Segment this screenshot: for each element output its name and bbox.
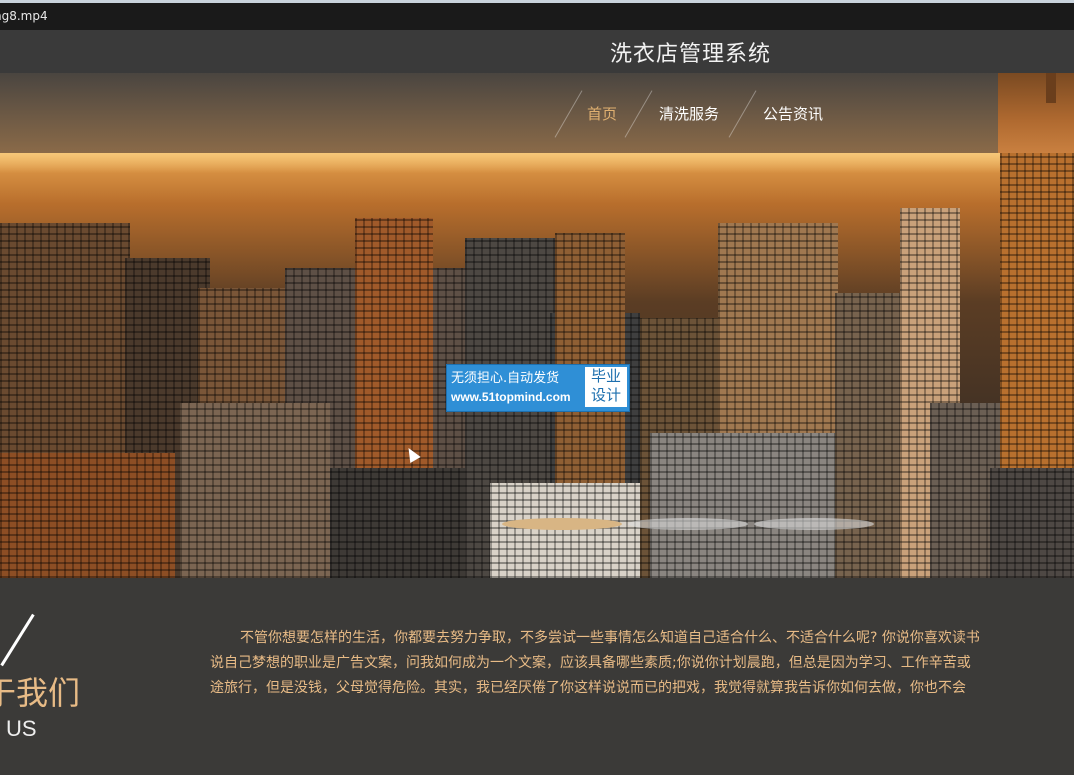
nav-divider — [624, 90, 653, 138]
carousel-dot[interactable] — [502, 518, 622, 530]
hero-haze — [0, 153, 1074, 173]
about-text-line: 说自己梦想的职业是广告文案，问我如何成为一个文案，应该具备哪些素质;你说你计划晨… — [210, 655, 971, 671]
nav-divider — [728, 90, 757, 138]
nav-bar: 首页 清洗服务 公告资讯 — [0, 73, 1074, 153]
about-text-line: 途旅行，但是没钱，父母觉得危险。其实，我已经厌倦了你这样说说而已的把戏，我觉得就… — [210, 680, 966, 696]
watermark-badge: 无须担心.自动发货 www.51topmind.com 毕业 设计 — [446, 364, 630, 412]
about-slash-decoration — [0, 613, 35, 667]
watermark-line1: 无须担心.自动发货 — [451, 371, 560, 386]
tower-spire-image — [1046, 73, 1056, 103]
site-header: 洗衣店管理系统 — [0, 30, 1074, 74]
about-title: 于我们 — [0, 674, 81, 712]
window-titlebar: ng8.mp4 — [0, 3, 1074, 30]
watermark-label: 毕业 设计 — [585, 367, 627, 407]
about-text: 不管你想要怎样的生活，你都要去努力争取，不多尝试一些事情怎么知道自己适合什么、不… — [210, 626, 1074, 701]
building — [180, 403, 330, 578]
watermark-text: 无须担心.自动发货 www.51topmind.com — [451, 369, 585, 407]
site-title: 洗衣店管理系统 — [610, 42, 772, 67]
nav-divider — [554, 90, 583, 138]
carousel-dot[interactable] — [754, 518, 874, 530]
carousel-dot[interactable] — [628, 518, 748, 530]
building — [490, 483, 640, 578]
tower-image — [998, 73, 1074, 153]
nav-item-cleaning-service[interactable]: 清洗服务 — [659, 103, 719, 124]
about-text-line: 不管你想要怎样的生活，你都要去努力争取，不多尝试一些事情怎么知道自己适合什么、不… — [240, 630, 980, 646]
building — [990, 468, 1074, 578]
watermark-url: www.51topmind.com — [451, 390, 571, 404]
nav-item-home[interactable]: 首页 — [587, 103, 617, 124]
about-section: 于我们 US 不管你想要怎样的生活，你都要去努力争取，不多尝试一些事情怎么知道自… — [0, 578, 1074, 775]
nav-item-announcements[interactable]: 公告资讯 — [763, 103, 823, 124]
about-subtitle: US — [6, 716, 37, 741]
building — [0, 453, 175, 578]
window-title: ng8.mp4 — [0, 9, 48, 23]
